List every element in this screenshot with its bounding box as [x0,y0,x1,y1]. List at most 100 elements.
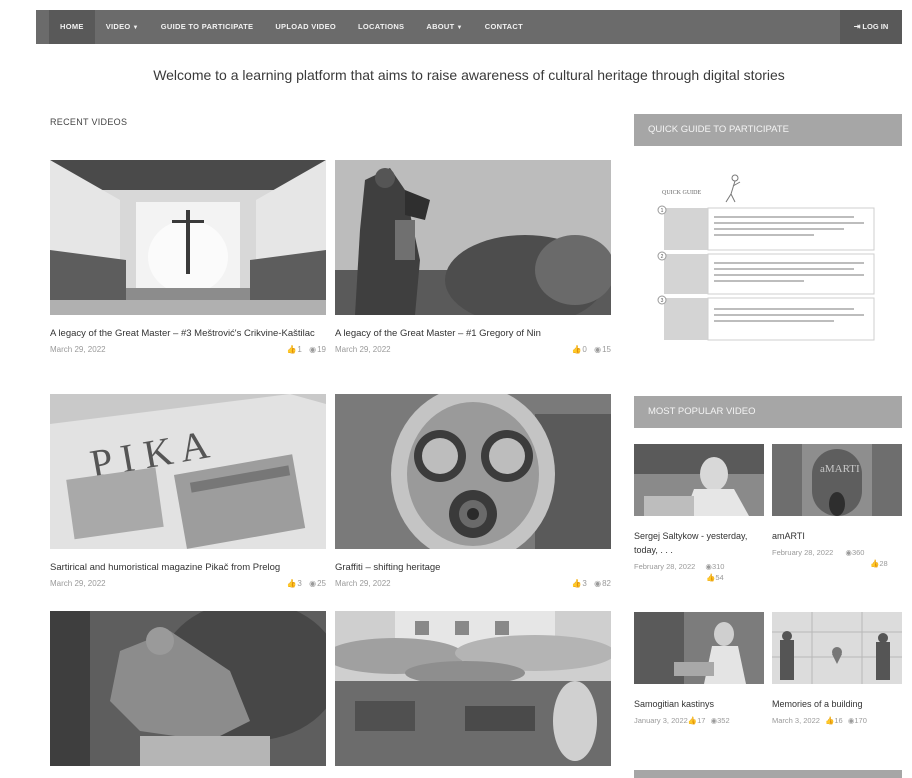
popular-video-date: February 28, 2022 [634,562,696,571]
nav-upload-label: UPLOAD VIDEO [275,22,337,31]
quick-guide-image-title: QUICK GUIDE [662,190,701,196]
eye-icon: ◉ [309,579,317,588]
guide-step-number: 2 [661,254,664,260]
video-stats: 👍1 ◉19 [281,345,326,354]
popular-video-thumbnail[interactable] [772,612,902,684]
thumbs-up-icon: 👍 [286,345,297,354]
video-card: A legacy of the Great Master – #1 Gregor… [335,160,611,354]
nav-locations[interactable]: LOCATIONS [347,10,415,44]
thumbs-up-icon: 👍 [571,579,582,588]
eye-icon: ◉ [594,345,602,354]
nav-guide[interactable]: GUIDE TO PARTICIPATE [150,10,265,44]
like-count: 17 [697,716,706,725]
popular-video-date: January 3, 2022 [634,716,688,725]
popular-video-meta: February 28, 2022 ◉360 👍28 [772,547,902,569]
nav-about-label: ABOUT [426,22,455,31]
thumbs-up-icon: 👍 [571,345,582,354]
most-popular-header: MOST POPULAR VIDEO [634,396,902,428]
caret-down-icon: ▼ [456,25,463,31]
recent-videos-heading: RECENT VIDEOS [50,117,128,127]
video-thumbnail[interactable] [335,611,611,766]
guide-step-number: 1 [661,208,664,214]
sign-in-icon: ⇥ [853,22,861,31]
view-count: 352 [717,716,730,725]
video-card: P I K A Sartirical and humoristical maga… [50,394,326,588]
sidebar-next-header [634,770,902,778]
video-meta: March 29, 2022 👍3 ◉82 [335,579,611,588]
view-count: 310 [711,562,725,571]
view-count: 19 [317,345,326,354]
login-button[interactable]: ⇥ LOG IN [840,10,902,44]
video-meta: March 29, 2022 👍1 ◉19 [50,345,326,354]
video-title[interactable]: A legacy of the Great Master – #1 Gregor… [335,326,611,341]
svg-text:aMARTI: aMARTI [820,463,860,475]
video-date: March 29, 2022 [50,579,106,588]
video-stats: 👍0 ◉15 [566,345,611,354]
video-card: Graffiti – shifting heritage March 29, 2… [335,394,611,588]
nav-contact[interactable]: CONTACT [474,10,534,44]
popular-video-date: February 28, 2022 [772,548,834,557]
like-count: 3 [297,579,302,588]
thumbs-up-icon: 👍 [687,716,698,725]
thumbs-up-icon: 👍 [870,559,880,568]
main-navbar: HOME VIDEO ▼ GUIDE TO PARTICIPATE UPLOAD … [36,10,902,44]
guide-step-number: 3 [661,298,664,304]
view-count: 25 [317,579,326,588]
nav-video-label: VIDEO [105,22,131,31]
popular-video-title[interactable]: amARTI [772,529,902,543]
like-count: 54 [715,573,724,582]
like-count: 1 [297,345,302,354]
video-date: March 29, 2022 [50,345,106,354]
video-thumbnail[interactable] [335,160,611,315]
popular-video-thumbnail[interactable] [634,444,764,516]
video-title[interactable]: A legacy of the Great Master – #3 Meštro… [50,326,326,341]
video-stats: 👍3 ◉25 [281,579,326,588]
video-title[interactable]: Sartirical and humoristical magazine Pik… [50,560,326,575]
view-count: 15 [602,345,611,354]
popular-video-meta: January 3, 2022👍17 ◉352 [634,715,764,726]
view-count: 170 [854,716,867,725]
video-thumbnail[interactable] [335,394,611,549]
video-card: A legacy of the Great Master – #3 Meštro… [50,160,326,354]
popular-video-thumbnail[interactable]: aMARTI [772,444,902,516]
nav-video[interactable]: VIDEO ▼ [95,10,150,44]
nav-guide-label: GUIDE TO PARTICIPATE [160,22,254,31]
popular-video-card: Memories of a building March 3, 2022 👍16… [772,612,902,726]
thumbs-up-icon: 👍 [825,716,835,725]
video-thumbnail[interactable] [50,611,326,766]
popular-video-card: Samogitian kastinys January 3, 2022👍17 ◉… [634,612,764,726]
popular-video-title[interactable]: Sergej Saltykow - yesterday, today, . . … [634,529,764,557]
video-meta: March 29, 2022 👍0 ◉15 [335,345,611,354]
popular-video-card: aMARTI amARTI February 28, 2022 ◉360 👍28 [772,444,902,569]
nav-upload[interactable]: UPLOAD VIDEO [264,10,347,44]
nav-home-label: HOME [60,22,84,31]
popular-video-meta: February 28, 2022 ◉310 👍54 [634,561,764,583]
popular-video-title[interactable]: Samogitian kastinys [634,697,764,711]
video-card [335,611,611,766]
nav-about[interactable]: ABOUT ▼ [415,10,473,44]
like-count: 0 [582,345,587,354]
popular-video-thumbnail[interactable] [634,612,764,684]
like-count: 16 [834,716,843,725]
eye-icon: ◉ [309,345,317,354]
eye-icon: ◉ [594,579,602,588]
popular-video-date: March 3, 2022 [772,716,820,725]
quick-guide-header: QUICK GUIDE TO PARTICIPATE [634,114,902,146]
nav-locations-label: LOCATIONS [358,22,405,31]
view-count: 82 [602,579,611,588]
view-count: 360 [851,548,865,557]
quick-guide-image[interactable]: QUICK GUIDE 1 2 3 [656,170,884,348]
thumbs-up-icon: 👍 [286,579,297,588]
nav-home[interactable]: HOME [49,10,95,44]
caret-down-icon: ▼ [132,25,139,31]
video-title[interactable]: Graffiti – shifting heritage [335,560,611,575]
video-stats: 👍3 ◉82 [566,579,611,588]
nav-contact-label: CONTACT [484,22,523,31]
thumbs-up-icon: 👍 [706,573,716,582]
video-date: March 29, 2022 [335,345,391,354]
popular-video-meta: March 3, 2022 👍16 ◉170 [772,715,902,726]
video-thumbnail[interactable]: P I K A [50,394,326,549]
video-thumbnail[interactable] [50,160,326,315]
video-card [50,611,326,766]
popular-video-title[interactable]: Memories of a building [772,697,902,711]
